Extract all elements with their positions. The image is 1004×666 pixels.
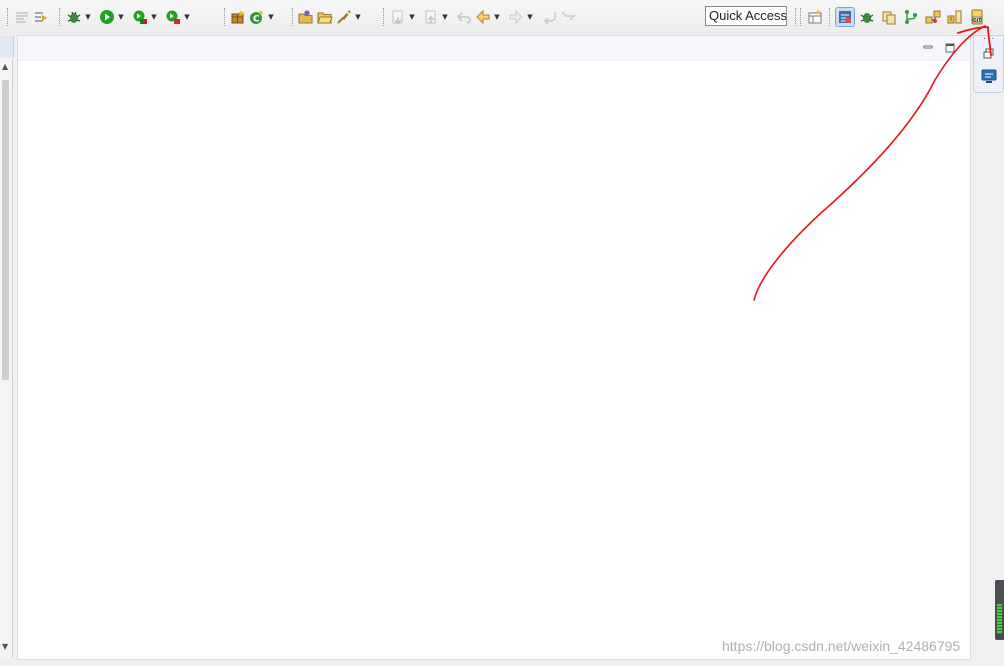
toolbar-separator [795, 8, 797, 26]
heap-status-indicator[interactable] [995, 580, 1004, 640]
external-tools-icon[interactable] [164, 8, 182, 26]
redo-icon[interactable] [559, 8, 577, 26]
toolbar-separator [383, 8, 385, 26]
debug-dropdown[interactable]: ▼ [84, 8, 92, 26]
left-view-tab[interactable] [0, 35, 14, 57]
quick-access-input[interactable]: Quick Access [705, 6, 787, 26]
run-dropdown[interactable]: ▼ [117, 8, 125, 26]
next-annotation-icon[interactable] [32, 8, 50, 26]
prev-edit-icon[interactable] [422, 8, 440, 26]
run-icon[interactable] [98, 8, 116, 26]
toolbar-group-navigate: ▼ ▼ ▼ ▼ [389, 7, 578, 27]
new-class-icon[interactable]: C [248, 8, 266, 26]
back-icon[interactable] [474, 8, 492, 26]
search-icon[interactable] [335, 8, 353, 26]
maximize-icon[interactable] [944, 42, 956, 54]
toolbar-separator [224, 8, 226, 26]
toolbar-separator [7, 8, 9, 26]
toolbar-separator [292, 8, 294, 26]
toolbar-separator [800, 8, 802, 26]
git-icon[interactable]: GIT [968, 8, 986, 26]
debug-icon[interactable] [65, 8, 83, 26]
team-sync-perspective-icon[interactable] [924, 8, 942, 26]
editor-area[interactable] [17, 35, 971, 660]
left-scrollbar[interactable]: ▲ ▼ [0, 58, 13, 658]
scroll-down-arrow-icon[interactable]: ▼ [2, 642, 8, 651]
trim-drag-handle[interactable]: ··· [983, 34, 996, 45]
coverage-dropdown[interactable]: ▼ [150, 8, 158, 26]
open-perspective-icon[interactable] [806, 8, 824, 26]
forward-icon[interactable] [507, 8, 525, 26]
scrollbar-thumb[interactable] [2, 80, 9, 380]
toolbar-group-launch: ▼ ▼ ▼ ▼ [65, 7, 197, 27]
restore-icon[interactable] [981, 46, 997, 62]
toolbar-group-new: C ▼ [229, 7, 281, 27]
resource-perspective-icon[interactable] [880, 8, 898, 26]
open-folder-icon[interactable] [316, 8, 334, 26]
right-trim-stack: ··· [973, 34, 1004, 93]
svn-perspective-icon[interactable] [946, 8, 964, 26]
scroll-up-arrow-icon[interactable]: ▲ [2, 62, 8, 71]
heap-level-bar [997, 604, 1002, 634]
open-type-icon[interactable] [297, 8, 315, 26]
next-edit-icon[interactable] [389, 8, 407, 26]
main-toolbar: ▼ ▼ ▼ ▼ C ▼ ▼ ▼ ▼ ▼ ▼ Quick Access GIT [0, 0, 1004, 34]
external-tools-dropdown[interactable]: ▼ [183, 8, 191, 26]
java-ee-perspective-icon[interactable] [835, 7, 855, 27]
coverage-icon[interactable] [131, 8, 149, 26]
console-view-icon[interactable] [981, 68, 997, 84]
new-class-dropdown[interactable]: ▼ [267, 8, 275, 26]
watermark-text: https://blog.csdn.net/weixin_42486795 [722, 638, 961, 654]
toolbar-group-open: ▼ [297, 7, 368, 27]
perspective-list: GIT [835, 7, 987, 27]
last-edit-location-icon[interactable] [455, 8, 473, 26]
editor-tab-bar [18, 36, 970, 61]
toolbar-separator [829, 8, 831, 26]
git-perspective-icon[interactable] [902, 8, 920, 26]
debug-perspective-icon[interactable] [858, 8, 876, 26]
show-whitespace-icon[interactable] [13, 8, 31, 26]
next-edit-dropdown[interactable]: ▼ [408, 8, 416, 26]
forward-dropdown[interactable]: ▼ [526, 8, 534, 26]
prev-edit-dropdown[interactable]: ▼ [441, 8, 449, 26]
search-dropdown[interactable]: ▼ [354, 8, 362, 26]
minimize-icon[interactable] [922, 41, 934, 53]
toolbar-group-editor [13, 7, 51, 27]
new-java-package-icon[interactable] [229, 8, 247, 26]
svg-text:GIT: GIT [973, 17, 981, 22]
perspective-switcher [806, 7, 825, 27]
toolbar-separator [59, 8, 61, 26]
back-dropdown[interactable]: ▼ [493, 8, 501, 26]
undo-icon[interactable] [540, 8, 558, 26]
svg-text:C: C [253, 15, 260, 25]
